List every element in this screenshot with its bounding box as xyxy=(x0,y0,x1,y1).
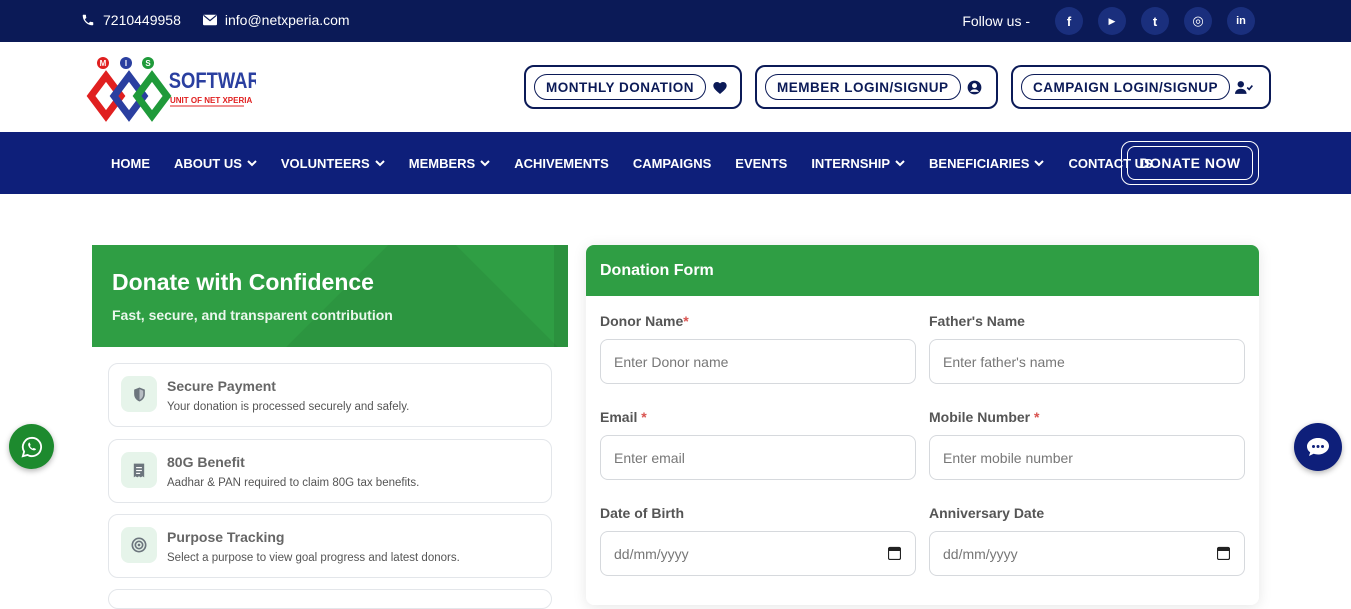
email-input[interactable]: Enter email xyxy=(600,435,916,480)
twitter-icon[interactable]: t xyxy=(1141,7,1169,35)
chevron-down-icon xyxy=(247,159,257,166)
shield-icon xyxy=(121,376,157,412)
svg-text:I: I xyxy=(125,59,127,68)
required-mark: * xyxy=(1034,409,1040,425)
nav-item-about-us[interactable]: ABOUT US xyxy=(174,156,257,171)
calendar-icon[interactable] xyxy=(888,546,901,560)
nav-item-home[interactable]: HOME xyxy=(111,156,150,171)
anniversary-date-label: Anniversary Date xyxy=(929,505,1045,521)
feature-card-purpose-tracking: Purpose Tracking Select a purpose to vie… xyxy=(108,514,552,578)
contact-info: 7210449958 info@netxperia.com xyxy=(81,12,372,28)
campaign-login-label: CAMPAIGN LOGIN/SIGNUP xyxy=(1021,74,1231,100)
svg-text:UNIT OF NET XPERIA: UNIT OF NET XPERIA xyxy=(170,96,252,105)
feature-card-partial xyxy=(108,589,552,609)
nav-item-members[interactable]: MEMBERS xyxy=(409,156,490,171)
feature-title: Purpose Tracking xyxy=(167,529,285,545)
envelope-icon xyxy=(202,14,217,26)
father-name-label: Father's Name xyxy=(929,313,1025,329)
main-nav: HOME ABOUT US VOLUNTEERS MEMBERS ACHIVEM… xyxy=(0,132,1351,194)
whatsapp-button[interactable] xyxy=(9,424,54,469)
site-header: M I S SOFTWARE UNIT OF NET XPERIA MONTHL… xyxy=(0,42,1351,132)
banner-subtitle: Fast, secure, and transparent contributi… xyxy=(112,307,393,323)
nav-item-events[interactable]: EVENTS xyxy=(735,156,787,171)
monthly-donation-label: MONTHLY DONATION xyxy=(534,74,707,100)
facebook-icon[interactable]: f xyxy=(1055,7,1083,35)
form-title: Donation Form xyxy=(586,245,1259,296)
phone-number: 7210449958 xyxy=(103,12,181,28)
donate-confidence-banner: Donate with Confidence Fast, secure, and… xyxy=(92,245,568,347)
donor-name-label: Donor Name* xyxy=(600,313,689,329)
chat-bubble-icon xyxy=(1307,438,1329,456)
social-links: Follow us - f ▶ t ◎ in xyxy=(962,7,1255,35)
email-address: info@netxperia.com xyxy=(224,12,350,28)
feature-description: Select a purpose to view goal progress a… xyxy=(167,552,460,564)
date-of-birth-input[interactable]: dd/mm/yyyy xyxy=(600,531,916,576)
decorative-stripe xyxy=(554,245,568,347)
nav-item-achivements[interactable]: ACHIVEMENTS xyxy=(514,156,609,171)
feature-card-80g-benefit: 80G Benefit Aadhar & PAN required to cla… xyxy=(108,439,552,503)
site-logo[interactable]: M I S SOFTWARE UNIT OF NET XPERIA xyxy=(86,54,273,124)
feature-description: Aadhar & PAN required to claim 80G tax b… xyxy=(167,477,420,489)
father-name-input[interactable]: Enter father's name xyxy=(929,339,1245,384)
chevron-down-icon xyxy=(1034,159,1045,166)
donation-form: Donation Form Donor Name* Enter Donor na… xyxy=(586,245,1259,605)
chat-button[interactable] xyxy=(1294,423,1342,471)
youtube-icon[interactable]: ▶ xyxy=(1098,7,1126,35)
receipt-icon xyxy=(121,452,157,488)
linkedin-icon[interactable]: in xyxy=(1227,7,1255,35)
instagram-icon[interactable]: ◎ xyxy=(1184,7,1212,35)
calendar-icon[interactable] xyxy=(1217,546,1230,560)
donate-now-label: DONATE NOW xyxy=(1127,146,1253,180)
monthly-donation-button[interactable]: MONTHLY DONATION xyxy=(524,65,742,109)
mobile-number-label: Mobile Number * xyxy=(929,409,1040,425)
anniversary-date-input[interactable]: dd/mm/yyyy xyxy=(929,531,1245,576)
email-link[interactable]: info@netxperia.com xyxy=(202,12,350,28)
svg-text:M: M xyxy=(100,59,107,68)
target-icon xyxy=(121,527,157,563)
nav-item-volunteers[interactable]: VOLUNTEERS xyxy=(281,156,385,171)
banner-title: Donate with Confidence xyxy=(112,269,374,295)
chevron-down-icon xyxy=(480,159,490,166)
nav-item-internship[interactable]: INTERNSHIP xyxy=(811,156,905,171)
svg-text:SOFTWARE: SOFTWARE xyxy=(169,70,256,94)
required-mark: * xyxy=(683,313,689,329)
donate-now-button[interactable]: DONATE NOW xyxy=(1121,141,1259,185)
member-login-label: MEMBER LOGIN/SIGNUP xyxy=(765,74,961,100)
follow-label: Follow us - xyxy=(962,13,1030,29)
whatsapp-icon xyxy=(21,436,42,457)
date-of-birth-label: Date of Birth xyxy=(600,505,684,521)
svg-text:S: S xyxy=(145,59,151,68)
chevron-down-icon xyxy=(375,159,385,166)
heart-icon xyxy=(711,80,729,94)
feature-description: Your donation is processed securely and … xyxy=(167,401,410,413)
mobile-number-input[interactable]: Enter mobile number xyxy=(929,435,1245,480)
feature-title: Secure Payment xyxy=(167,378,276,394)
feature-card-secure-payment: Secure Payment Your donation is processe… xyxy=(108,363,552,427)
required-mark: * xyxy=(641,409,647,425)
chevron-down-icon xyxy=(895,159,905,166)
user-circle-icon xyxy=(966,80,984,95)
nav-item-campaigns[interactable]: CAMPAIGNS xyxy=(633,156,711,171)
donor-name-input[interactable]: Enter Donor name xyxy=(600,339,916,384)
nav-item-beneficiaries[interactable]: BENEFICIARIES xyxy=(929,156,1045,171)
user-check-icon xyxy=(1235,80,1253,95)
feature-title: 80G Benefit xyxy=(167,454,245,470)
email-label: Email * xyxy=(600,409,647,425)
campaign-login-button[interactable]: CAMPAIGN LOGIN/SIGNUP xyxy=(1011,65,1271,109)
phone-link[interactable]: 7210449958 xyxy=(81,12,181,28)
phone-icon xyxy=(82,14,94,26)
top-bar: 7210449958 info@netxperia.com Follow us … xyxy=(0,0,1351,42)
member-login-button[interactable]: MEMBER LOGIN/SIGNUP xyxy=(755,65,998,109)
decorative-shape xyxy=(238,245,568,347)
